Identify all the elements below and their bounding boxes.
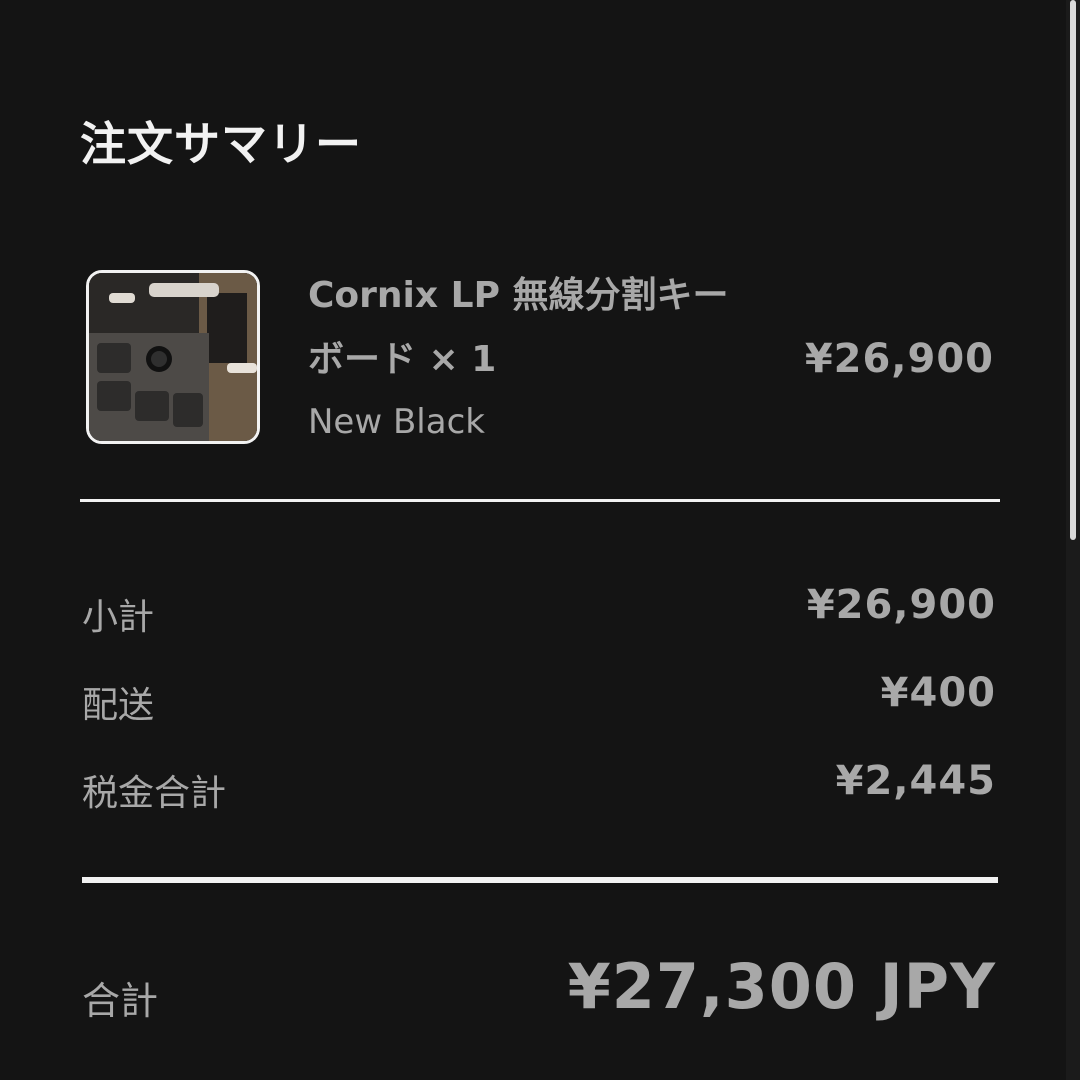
subtotal-label: 小計 [82, 597, 155, 638]
product-thumbnail [86, 270, 260, 444]
scrollbar[interactable] [1066, 0, 1080, 1080]
subtotal-value: ¥26,900 [806, 582, 996, 628]
scrollbar-thumb[interactable] [1070, 0, 1076, 540]
divider [80, 499, 1000, 502]
total-divider [82, 877, 998, 883]
product-variant: New Black [308, 402, 485, 442]
shipping-label: 配送 [82, 685, 155, 726]
item-price: ¥26,900 [804, 336, 994, 382]
keyboard-image [89, 273, 257, 441]
total-label: 合計 [82, 979, 159, 1023]
tax-label: 税金合計 [82, 773, 227, 814]
shipping-value: ¥400 [880, 670, 996, 716]
total-value: ¥27,300 JPY [567, 950, 996, 1023]
product-name: Cornix LP 無線分割キーボード × 1 [308, 275, 729, 380]
tax-value: ¥2,445 [835, 758, 996, 804]
order-summary-title: 注文サマリー [80, 117, 362, 171]
